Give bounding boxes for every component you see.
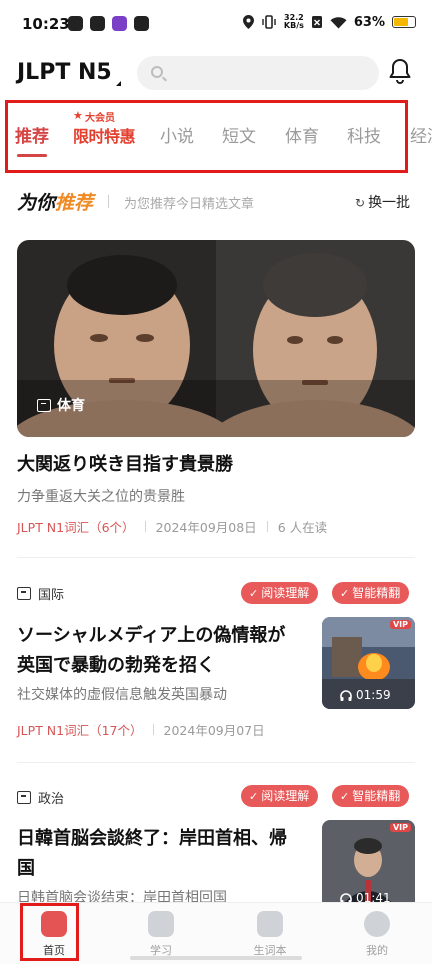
article-title-line1[interactable]: 日韓首脳会談終了：岸田首相、帰 — [17, 823, 287, 855]
article-date: 2024年09月08日 — [155, 520, 257, 535]
podcast-icon — [112, 16, 127, 31]
nav-study[interactable]: 学习 — [131, 909, 191, 958]
reader-count: 6 人在读 — [277, 520, 328, 535]
recommend-title: 为你推荐 — [17, 192, 94, 214]
smart-translation-badge[interactable]: ✓ 智能精翻 — [332, 582, 410, 604]
vocab-count: JLPT N1词汇（17个） — [17, 723, 143, 738]
article-subtitle: 社交媒体的虚假信息触发英国暴动 — [17, 687, 227, 703]
status-time: 10:23 — [22, 15, 70, 33]
battery-level — [394, 18, 408, 26]
app-notification-icon — [90, 16, 105, 31]
hero-article-image[interactable]: 体育 — [17, 240, 415, 437]
battery-percent: 63% — [353, 14, 385, 30]
vip-badge: VIP — [389, 620, 411, 629]
no-sim-icon — [311, 16, 322, 28]
location-icon — [242, 15, 254, 29]
app-screen: 10:23 32.2 KB/s 63% JLPT N5 推荐 ★ 大会员 限时特… — [0, 0, 432, 964]
nav-profile[interactable]: 我的 — [347, 909, 407, 958]
tiktok-icon — [68, 16, 83, 31]
recommend-subtitle: 为您推荐今日精选文章 — [124, 197, 255, 212]
category-icon — [17, 791, 31, 804]
smart-translation-badge[interactable]: ✓ 智能精翻 — [332, 785, 410, 807]
divider — [108, 195, 109, 208]
message-icon — [134, 16, 149, 31]
profile-icon — [364, 911, 390, 937]
headphones-icon — [340, 689, 352, 701]
video-thumbnail[interactable]: VIP 01:41 — [322, 820, 415, 912]
reading-comprehension-badge[interactable]: ✓ 阅读理解 — [241, 582, 319, 604]
status-bar: 10:23 32.2 KB/s 63% — [0, 0, 432, 50]
article-subtitle: 力争重返大关之位的贵景胜 — [17, 489, 185, 505]
article-meta: JLPT N1词汇（6个） 2024年09月08日 6 人在读 — [17, 517, 327, 536]
audio-duration: 01:59 — [340, 688, 391, 702]
check-icon: ✓ — [340, 790, 350, 803]
divider — [17, 557, 415, 558]
highlight-box-tabs — [5, 100, 408, 173]
divider — [17, 762, 415, 763]
category-icon — [37, 398, 51, 412]
category-icon — [17, 587, 31, 600]
reading-comprehension-badge[interactable]: ✓ 阅读理解 — [241, 785, 319, 807]
vocab-count: JLPT N1词汇（6个） — [17, 520, 135, 535]
gesture-home-bar[interactable] — [130, 956, 302, 960]
recommend-header: 为你推荐 为您推荐今日精选文章 ↻ 换一批 — [0, 186, 432, 218]
notification-icons — [68, 16, 149, 31]
status-right: 32.2 KB/s 63% — [242, 13, 416, 30]
video-thumbnail[interactable]: VIP 01:59 — [322, 617, 415, 709]
study-chart-icon — [148, 911, 174, 937]
check-icon: ✓ — [249, 587, 259, 600]
check-icon: ✓ — [249, 790, 259, 803]
notification-bell-icon[interactable] — [388, 58, 412, 84]
article-category: 政治 — [17, 788, 64, 807]
tab-economy[interactable]: 经济 — [410, 122, 432, 147]
vip-badge: VIP — [389, 823, 411, 832]
article-title[interactable]: 大関返り咲き目指す貴景勝 — [17, 449, 233, 481]
search-icon — [151, 66, 163, 78]
article-date: 2024年09月07日 — [163, 723, 265, 738]
check-icon: ✓ — [340, 587, 350, 600]
nav-vocabulary[interactable]: 生词本 — [240, 909, 300, 958]
article-category: 国际 — [17, 584, 64, 603]
refresh-button[interactable]: ↻ 换一批 — [355, 192, 410, 212]
article-title-line2[interactable]: 英国で暴動の勃発を招く — [17, 650, 215, 682]
highlight-box-home — [20, 903, 79, 961]
vibrate-icon — [262, 15, 276, 29]
article-meta: JLPT N1词汇（17个） 2024年09月07日 — [17, 720, 265, 739]
level-dropdown-icon[interactable] — [116, 81, 121, 86]
article-title-line1[interactable]: ソーシャルメディア上の偽情報が — [17, 620, 285, 652]
hero-category-tag: 体育 — [37, 395, 85, 415]
article-title-line2[interactable]: 国 — [17, 853, 35, 885]
refresh-icon: ↻ — [355, 196, 366, 210]
top-header: JLPT N5 — [0, 52, 432, 96]
level-selector[interactable]: JLPT N5 — [17, 60, 112, 85]
battery-icon — [392, 16, 416, 28]
search-input[interactable] — [137, 56, 379, 90]
wifi-icon — [330, 16, 347, 28]
net-speed: 32.2 KB/s — [283, 13, 304, 30]
book-icon — [257, 911, 283, 937]
